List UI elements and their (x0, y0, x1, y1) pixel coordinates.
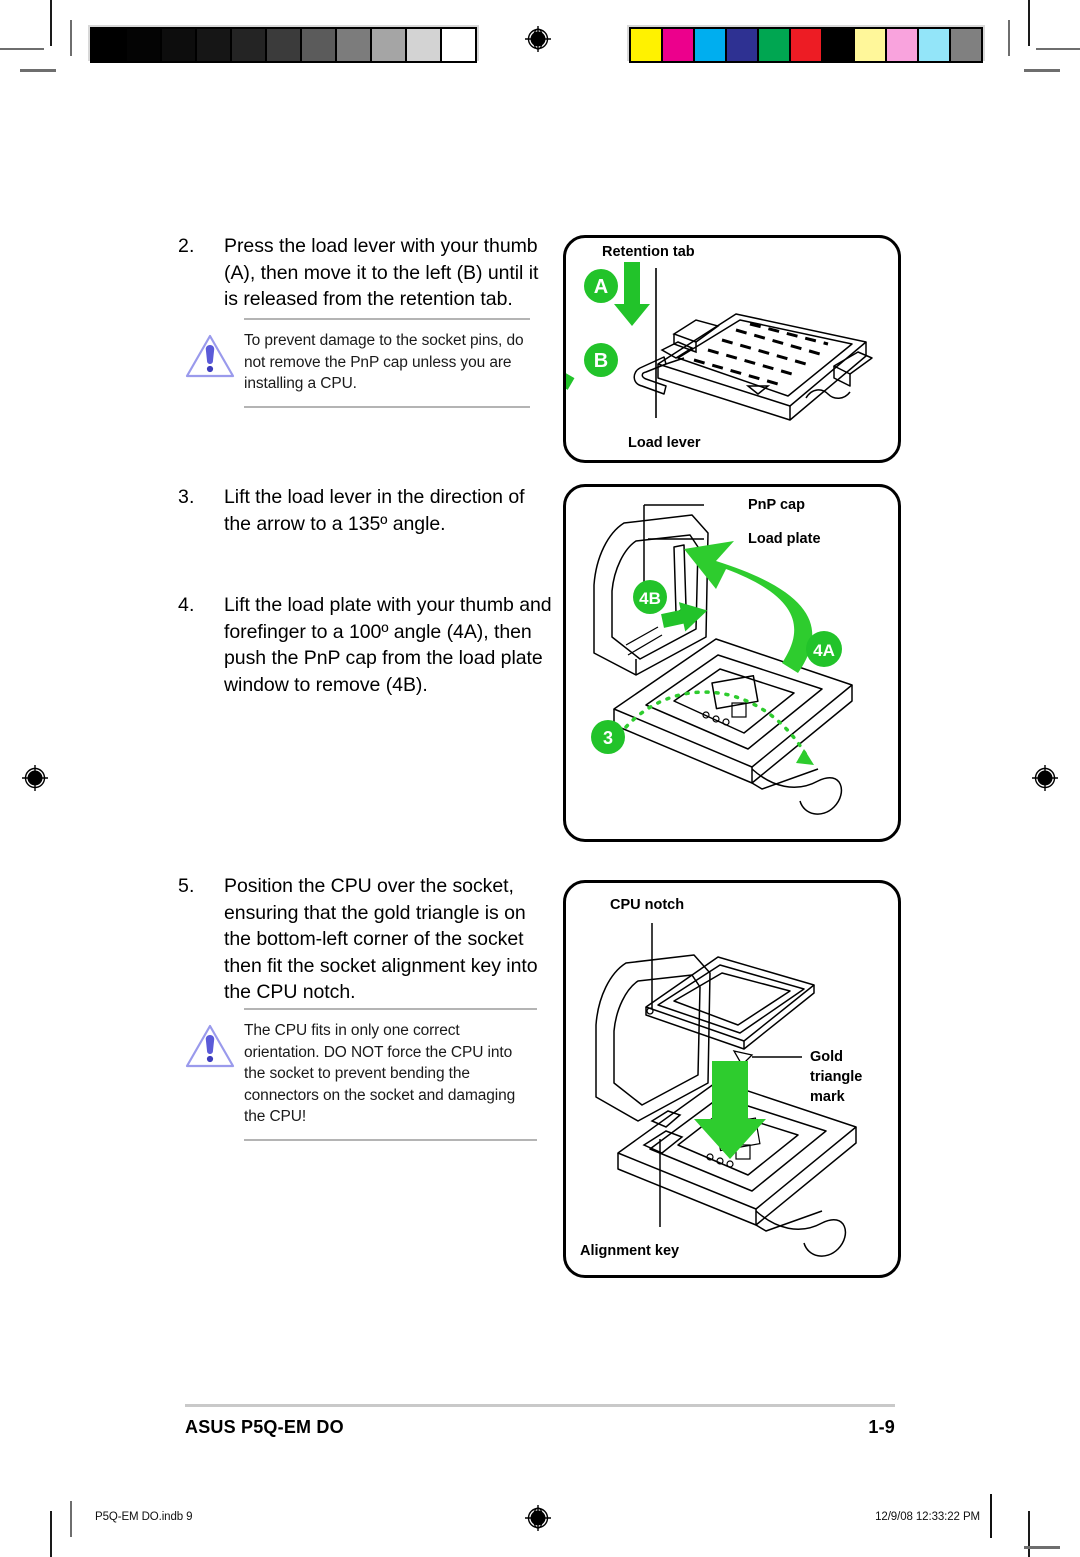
print-slug-rule (990, 1494, 992, 1538)
color-calibration-bar (627, 25, 985, 63)
grayscale-patch-7 (335, 27, 370, 63)
registration-target-right-middle (1032, 765, 1058, 791)
grayscale-patch-8 (370, 27, 405, 63)
step-2-text: Press the load lever with your thumb (A)… (224, 235, 539, 310)
svg-text:4B: 4B (639, 589, 661, 608)
svg-text:3: 3 (603, 728, 613, 748)
figure-load-plate-pnp-cap: 4B 4A 3 PnP cap Load plate (563, 484, 901, 842)
crop-mark-top-right-inner (1024, 69, 1060, 72)
color-patch-8 (885, 27, 917, 63)
grayscale-calibration-bar (88, 25, 479, 63)
page-number: 1-9 (868, 1417, 895, 1437)
manual-page: 2. Press the load lever with your thumb … (0, 0, 1080, 1557)
crop-mark-top-left-edge (70, 20, 72, 56)
figure-load-lever-release: A B Retention tab Load lever (563, 235, 901, 463)
figure-3-label-gold-triangle-mark: Gold triangle mark (810, 1049, 863, 1105)
color-patch-4 (757, 27, 789, 63)
figure-cpu-placement: CPU notch Gold triangle mark Alignment k… (563, 880, 901, 1278)
note-1: To prevent damage to the socket pins, do… (182, 318, 530, 408)
footer-product-name: ASUS P5Q-EM DO (185, 1417, 344, 1437)
note-1-body: To prevent damage to the socket pins, do… (244, 318, 530, 408)
registration-target-left-middle (22, 765, 48, 791)
color-patch-3 (725, 27, 757, 63)
crop-mark-top-left-vertical (50, 0, 52, 46)
step-4: 4. Lift the load plate with your thumb a… (178, 592, 556, 698)
crop-mark-top-right-edge (1008, 20, 1010, 56)
grayscale-patch-1 (125, 27, 160, 63)
step-5-number: 5. (178, 875, 195, 897)
print-slug-filename: P5Q-EM DO.indb 9 (95, 1511, 193, 1523)
crop-mark-top-right-vertical (1028, 0, 1030, 46)
color-patch-5 (789, 27, 821, 63)
grayscale-patch-5 (265, 27, 300, 63)
color-patch-6 (821, 27, 853, 63)
step-4-number: 4. (178, 594, 195, 616)
step-3: 3. Lift the load lever in the direction … (178, 484, 538, 537)
svg-text:B: B (594, 350, 608, 372)
step-3-text: Lift the load lever in the direction of … (224, 486, 525, 535)
crop-mark-top-left-horizontal (0, 48, 44, 50)
note-2-text: The CPU fits in only one correct orienta… (244, 1022, 516, 1125)
footer-divider (185, 1404, 895, 1407)
color-patch-1 (661, 27, 693, 63)
color-patch-9 (917, 27, 949, 63)
figure-3-label-cpu-notch: CPU notch (610, 897, 685, 913)
grayscale-patch-6 (300, 27, 335, 63)
grayscale-patch-4 (230, 27, 265, 63)
crop-mark-top-right-horizontal (1036, 48, 1080, 50)
color-patch-7 (853, 27, 885, 63)
svg-text:4A: 4A (813, 641, 835, 660)
note-2-body: The CPU fits in only one correct orienta… (244, 1008, 537, 1141)
registration-target-bottom-center (525, 1505, 551, 1531)
crop-mark-top-left-inner (20, 69, 56, 72)
figure-1-label-retention-tab: Retention tab (602, 244, 695, 260)
note-1-text: To prevent damage to the socket pins, do… (244, 332, 524, 392)
grayscale-patch-9 (405, 27, 440, 63)
figure-2-label-pnp-cap: PnP cap (748, 497, 805, 513)
crop-mark-bottom-left-vertical (50, 1511, 52, 1557)
figure-2-label-load-plate: Load plate (748, 531, 821, 547)
grayscale-patch-2 (160, 27, 195, 63)
print-slug-datetime: 12/9/08 12:33:22 PM (875, 1511, 980, 1523)
figure-3-label-alignment-key: Alignment key (580, 1243, 680, 1259)
crop-mark-bottom-right-vertical (1028, 1511, 1030, 1557)
grayscale-patch-3 (195, 27, 230, 63)
color-patch-0 (629, 27, 661, 63)
color-patch-10 (949, 27, 983, 63)
grayscale-patch-0 (90, 27, 125, 63)
figure-1-label-load-lever: Load lever (628, 435, 701, 451)
step-3-number: 3. (178, 486, 195, 508)
step-5-text: Position the CPU over the socket, ensuri… (224, 875, 538, 1003)
crop-mark-bottom-left-edge (70, 1501, 72, 1537)
note-2: The CPU fits in only one correct orienta… (182, 1008, 537, 1141)
registration-target-top-center (525, 26, 551, 52)
step-5: 5. Position the CPU over the socket, ens… (178, 873, 550, 1006)
step-4-text: Lift the load plate with your thumb and … (224, 594, 552, 696)
step-2: 2. Press the load lever with your thumb … (178, 233, 548, 313)
step-2-number: 2. (178, 235, 195, 257)
color-patch-2 (693, 27, 725, 63)
grayscale-patch-10 (440, 27, 477, 63)
bottom-right-tick (1024, 1546, 1060, 1549)
svg-text:A: A (594, 276, 608, 298)
